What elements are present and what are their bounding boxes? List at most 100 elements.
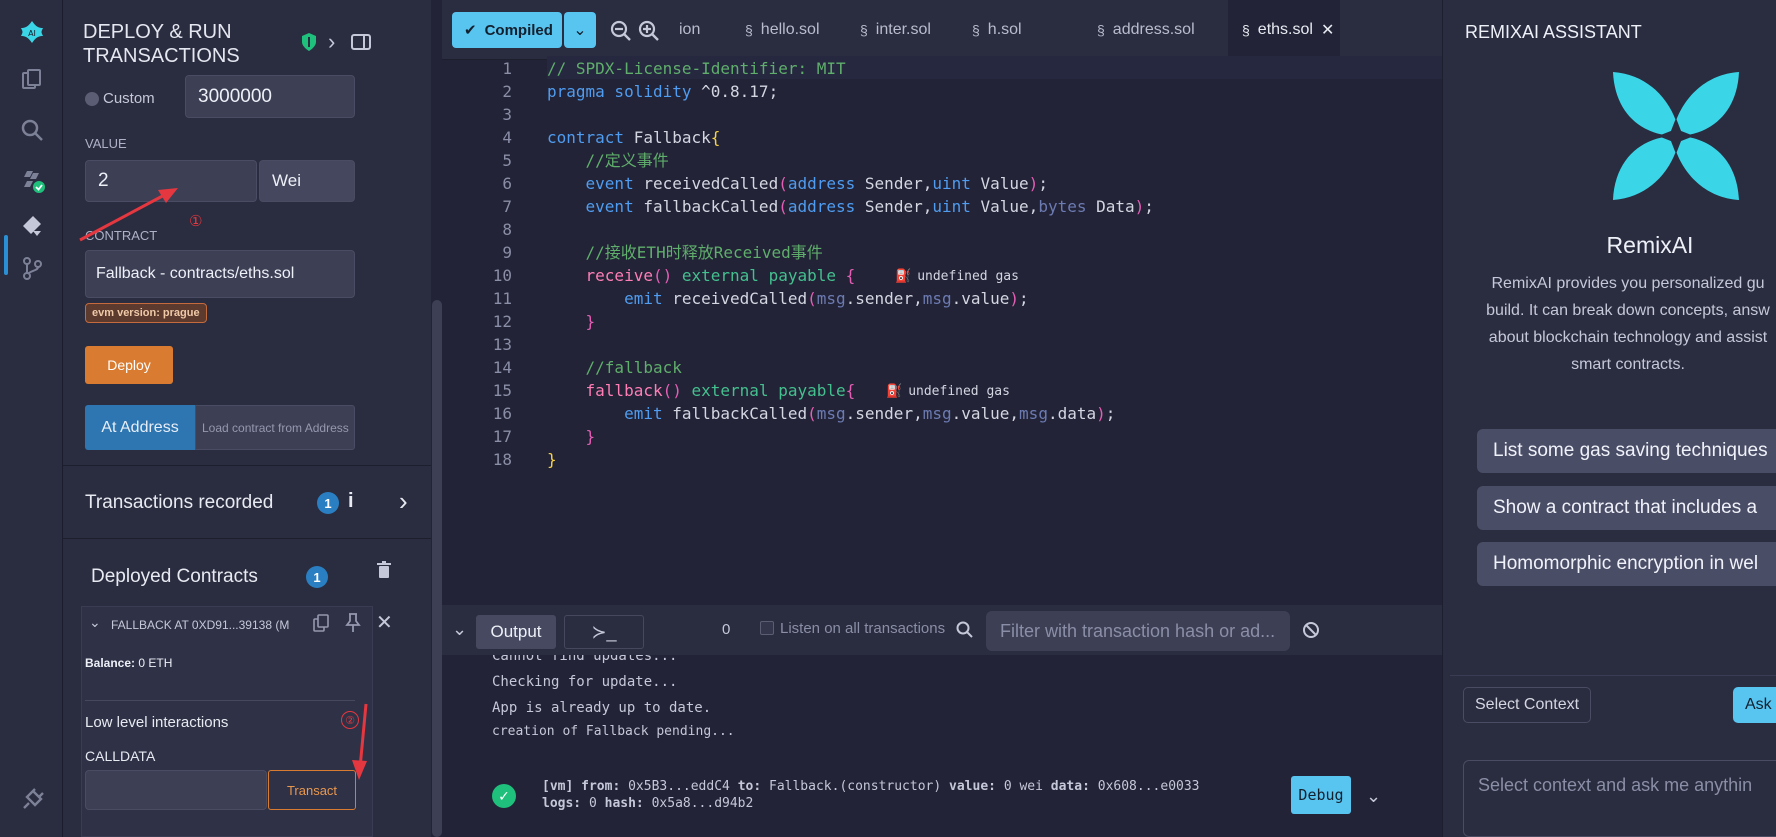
line-number: 18 xyxy=(492,450,512,469)
prompt-input[interactable]: Select context and ask me anythin xyxy=(1463,760,1776,837)
line-number: 1 xyxy=(502,59,512,78)
code-line: } xyxy=(585,312,596,331)
tab-ion[interactable]: ion xyxy=(679,0,700,60)
search-icon xyxy=(956,621,974,644)
listen-checkbox[interactable] xyxy=(760,621,774,635)
compile-button[interactable]: ✔ Compiled xyxy=(452,12,562,48)
output-tab[interactable]: Output xyxy=(476,615,556,649)
gas-hint: ⛽ undefined gas xyxy=(895,269,1019,284)
log-line: creation of Fallback pending... xyxy=(492,724,735,739)
zoom-in-icon[interactable] xyxy=(638,20,660,47)
contract-select[interactable]: Fallback - contracts/eths.sol xyxy=(85,250,355,298)
code-line: // SPDX-License-Identifier: MIT xyxy=(547,59,846,78)
success-icon: ✓ xyxy=(492,784,516,808)
copy-icon[interactable] xyxy=(313,614,329,637)
compile-dropdown[interactable]: ⌄ xyxy=(564,12,596,48)
chevron-right-icon[interactable]: › xyxy=(328,29,335,55)
suggestion-button[interactable]: Homomorphic encryption in wel xyxy=(1477,542,1776,586)
tab-hello[interactable]: § hello.sol xyxy=(745,0,820,60)
calldata-label: CALLDATA xyxy=(85,748,156,764)
divider xyxy=(63,538,431,539)
pin-icon[interactable] xyxy=(345,613,361,638)
clear-console-icon[interactable] xyxy=(1302,621,1320,644)
solidity-file-icon: § xyxy=(1242,22,1250,38)
select-context-button[interactable]: Select Context xyxy=(1463,687,1592,723)
code-line: contract Fallback{ xyxy=(547,128,721,147)
tx-log[interactable]: [vm] from: 0x5B3...eddC4 to: Fallback.(c… xyxy=(542,778,1200,812)
chevron-down-icon[interactable]: ⌄ xyxy=(1366,786,1381,807)
annotation-mark-1: ① xyxy=(189,213,203,230)
line-number: 15 xyxy=(492,381,512,400)
remixai-title: RemixAI xyxy=(1606,232,1694,258)
chevron-right-icon[interactable]: › xyxy=(399,486,408,517)
instance-title[interactable]: FALLBACK AT 0XD91...39138 (M xyxy=(111,618,303,632)
line-number: 14 xyxy=(492,358,512,377)
assistant-description: smart contracts. xyxy=(1571,356,1685,373)
file-explorer-icon[interactable] xyxy=(0,60,63,100)
custom-gas-radio[interactable] xyxy=(85,92,99,106)
at-address-button[interactable]: At Address xyxy=(85,405,195,450)
line-number: 6 xyxy=(502,174,512,193)
panel-scrollbar[interactable] xyxy=(432,300,442,837)
code-line: //fallback xyxy=(585,358,682,377)
divider xyxy=(63,465,431,466)
custom-gas-label: Custom xyxy=(103,90,155,107)
line-number: 4 xyxy=(502,128,512,147)
line-number: 8 xyxy=(502,220,512,239)
ask-button[interactable]: Ask xyxy=(1733,687,1776,723)
close-tab-icon[interactable]: ✕ xyxy=(1321,20,1334,40)
info-icon[interactable]: i xyxy=(348,490,354,513)
debug-button[interactable]: Debug xyxy=(1291,776,1351,814)
deploy-button[interactable]: Deploy xyxy=(85,346,173,384)
code-line: event fallbackCalled(address Sender,uint… xyxy=(585,197,1154,216)
collapse-terminal-icon[interactable]: ⌄ xyxy=(452,619,467,640)
value-label: VALUE xyxy=(85,136,127,151)
line-number: 12 xyxy=(492,312,512,331)
trash-icon[interactable] xyxy=(376,561,392,584)
deploy-run-icon[interactable] xyxy=(0,206,63,246)
panel-title: DEPLOY & RUN TRANSACTIONS xyxy=(83,21,240,67)
line-gutter: 1 2 3 4 5 6 7 8 9 10 11 12 13 14 15 16 17 18 xyxy=(442,59,512,575)
gas-hint: ⛽ undefined gas xyxy=(886,384,1010,399)
zoom-out-icon[interactable] xyxy=(610,20,632,47)
check-icon: ✔ xyxy=(464,22,477,39)
remixai-logo-icon xyxy=(1605,66,1747,211)
value-unit-select[interactable]: Wei xyxy=(259,160,355,202)
close-icon[interactable]: ✕ xyxy=(376,610,393,635)
gas-limit-input[interactable]: 3000000 xyxy=(185,75,355,118)
value-input[interactable]: 2 xyxy=(85,160,257,202)
filter-input[interactable]: Filter with transaction hash or ad... xyxy=(986,611,1290,651)
tab-address[interactable]: § address.sol xyxy=(1097,0,1195,60)
plugin-manager-icon[interactable] xyxy=(0,780,63,820)
load-address-input[interactable]: Load contract from Address xyxy=(195,405,355,450)
listen-label: Listen on all transactions xyxy=(780,620,946,637)
assistant-description: RemixAI provides you personalized gu xyxy=(1491,275,1765,292)
solidity-compiler-icon[interactable] xyxy=(0,160,63,200)
low-level-label: Low level interactions xyxy=(85,714,229,731)
search-icon[interactable] xyxy=(0,110,63,150)
log-line: App is already up to date. xyxy=(492,700,712,716)
git-icon[interactable] xyxy=(0,248,63,288)
line-number: 16 xyxy=(492,404,512,423)
calldata-input[interactable] xyxy=(85,770,267,810)
transact-button[interactable]: Transact xyxy=(268,770,356,810)
tab-eths[interactable]: § eths.sol ✕ xyxy=(1228,0,1340,60)
code-line: fallback() external payable{ xyxy=(585,381,856,400)
panel-toggle-icon[interactable] xyxy=(351,34,371,55)
evm-version-badge: evm version: prague xyxy=(85,303,207,323)
remix-logo-icon[interactable]: AI xyxy=(0,12,63,52)
chevron-down-icon[interactable]: ⌄ xyxy=(89,614,101,631)
solidity-file-icon: § xyxy=(1097,22,1105,38)
code-line: //定义事件 xyxy=(585,151,669,170)
transactions-recorded-label[interactable]: Transactions recorded xyxy=(85,492,273,514)
tab-h[interactable]: § h.sol xyxy=(972,0,1022,60)
suggestion-button[interactable]: Show a contract that includes a xyxy=(1477,486,1776,530)
code-line: receive() external payable { xyxy=(585,266,856,285)
gas-pump-icon: ⛽ xyxy=(895,269,912,284)
terminal-prompt-icon[interactable]: ≻_ xyxy=(564,615,644,649)
suggestion-button[interactable]: List some gas saving techniques xyxy=(1477,429,1776,473)
deploy-panel: DEPLOY & RUN TRANSACTIONS › Custom 30000… xyxy=(63,0,431,837)
assistant-header: REMIXAI ASSISTANT xyxy=(1465,22,1642,42)
code-editor[interactable]: 1 2 3 4 5 6 7 8 9 10 11 12 13 14 15 16 17 18 // SPDX-Lice… xyxy=(442,56,1442,575)
tab-inter[interactable]: § inter.sol xyxy=(860,0,931,60)
